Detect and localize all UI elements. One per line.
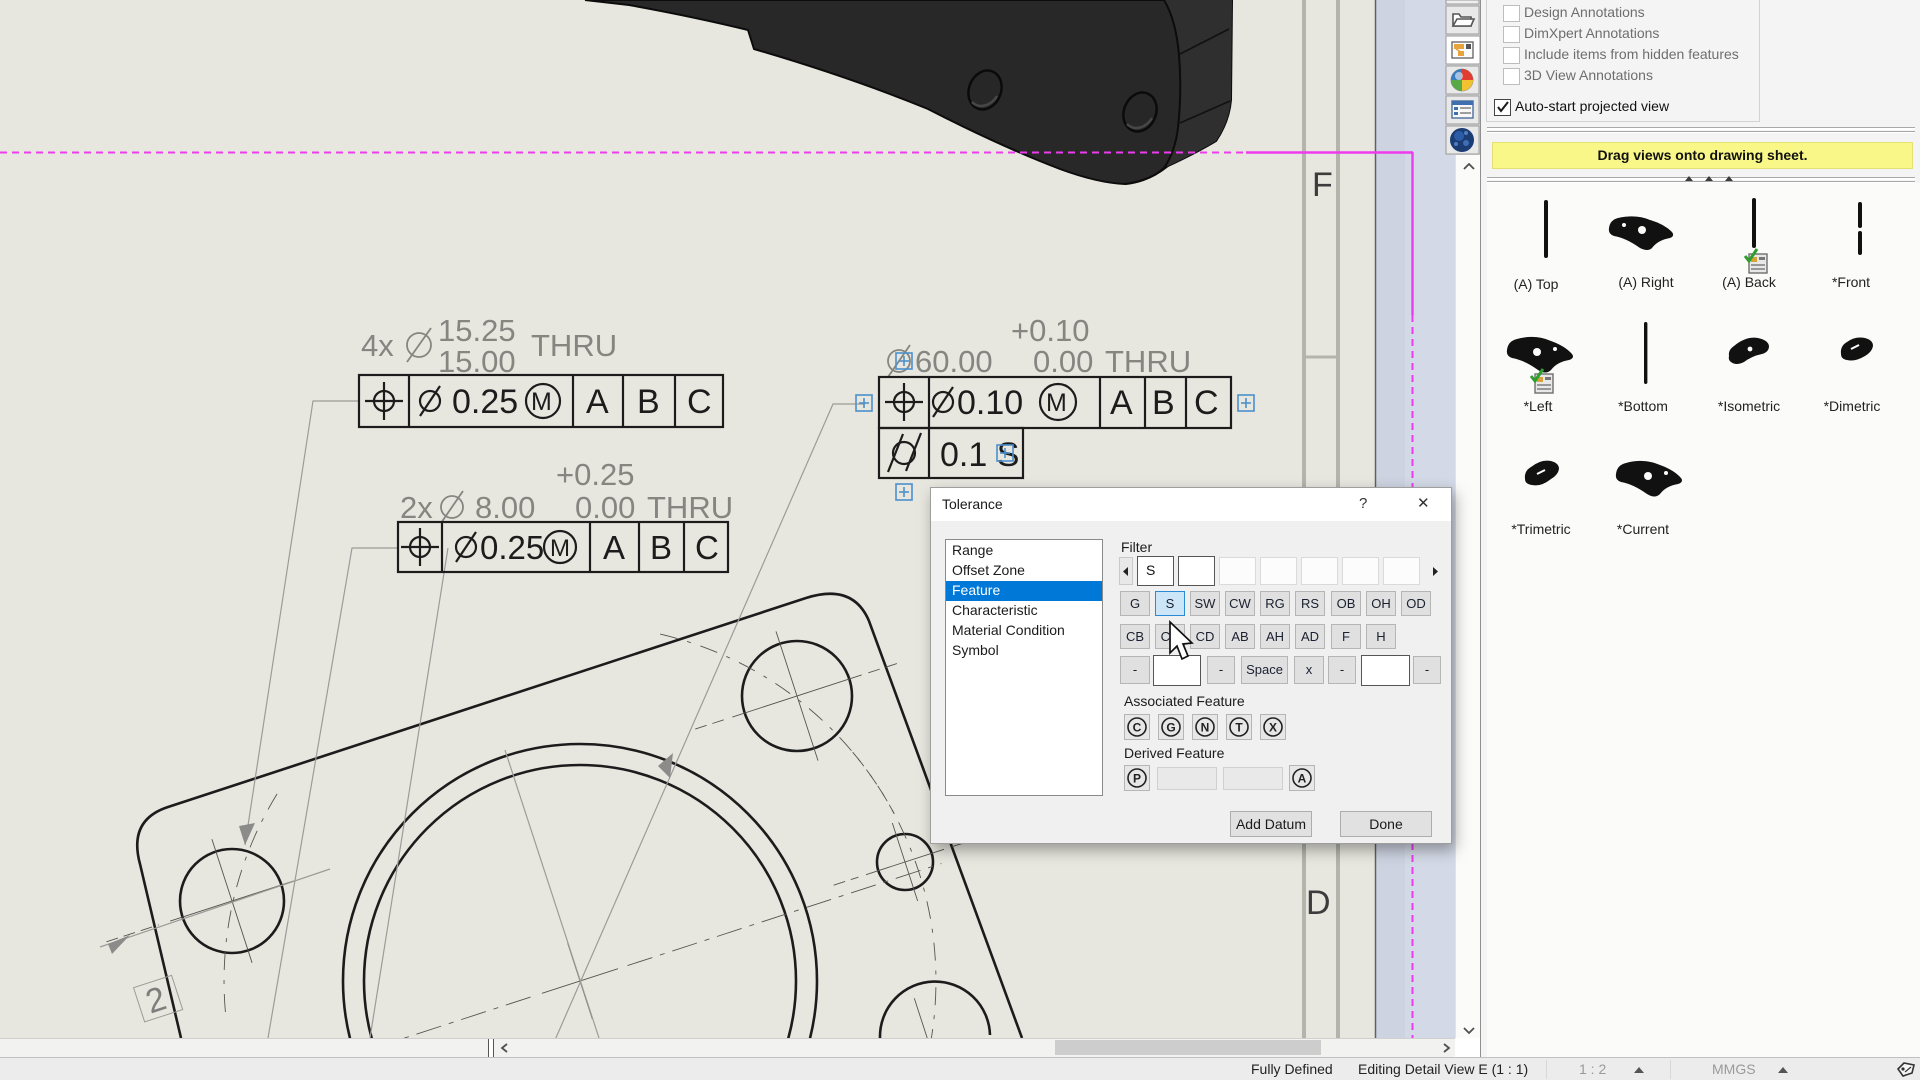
svg-text:X: X	[1269, 721, 1277, 735]
svg-text:B: B	[650, 529, 672, 566]
svg-text:D: D	[1306, 884, 1331, 922]
svg-text:C: C	[1133, 721, 1142, 735]
svg-text:A: A	[586, 383, 609, 421]
svg-text:F: F	[1312, 166, 1333, 204]
svg-text:B: B	[637, 383, 660, 421]
svg-text:0.25: 0.25	[480, 529, 544, 566]
svg-text:M: M	[531, 388, 552, 416]
svg-text:15.25: 15.25	[438, 313, 516, 348]
svg-text:B: B	[1152, 384, 1175, 422]
svg-text:15.00: 15.00	[438, 344, 516, 379]
svg-text:0.1 S: 0.1 S	[940, 436, 1019, 474]
svg-text:A: A	[603, 529, 625, 566]
svg-text:M: M	[550, 535, 570, 562]
svg-text:4x: 4x	[361, 328, 394, 363]
svg-text:T: T	[1235, 721, 1243, 735]
svg-text:60.00: 60.00	[915, 344, 993, 379]
svg-text:THRU: THRU	[531, 328, 617, 363]
svg-text:2x: 2x	[400, 490, 433, 525]
svg-text:0.00: 0.00	[575, 490, 635, 525]
svg-text:0.25: 0.25	[452, 383, 518, 421]
svg-text:+0.25: +0.25	[556, 457, 634, 492]
svg-text:A: A	[1110, 384, 1133, 422]
svg-text:M: M	[1046, 389, 1067, 417]
svg-text:P: P	[1133, 772, 1141, 786]
svg-text:0.10: 0.10	[957, 384, 1023, 422]
svg-text:A: A	[1298, 772, 1307, 786]
svg-text:N: N	[1201, 721, 1210, 735]
svg-text:C: C	[687, 383, 712, 421]
svg-text:THRU: THRU	[1105, 344, 1191, 379]
svg-text:C: C	[1194, 384, 1219, 422]
svg-text:0.00: 0.00	[1033, 344, 1093, 379]
svg-text:G: G	[1166, 721, 1175, 735]
svg-text:C: C	[695, 529, 719, 566]
svg-text:+0.10: +0.10	[1011, 313, 1089, 348]
svg-text:THRU: THRU	[647, 490, 733, 525]
svg-text:8.00: 8.00	[475, 490, 535, 525]
